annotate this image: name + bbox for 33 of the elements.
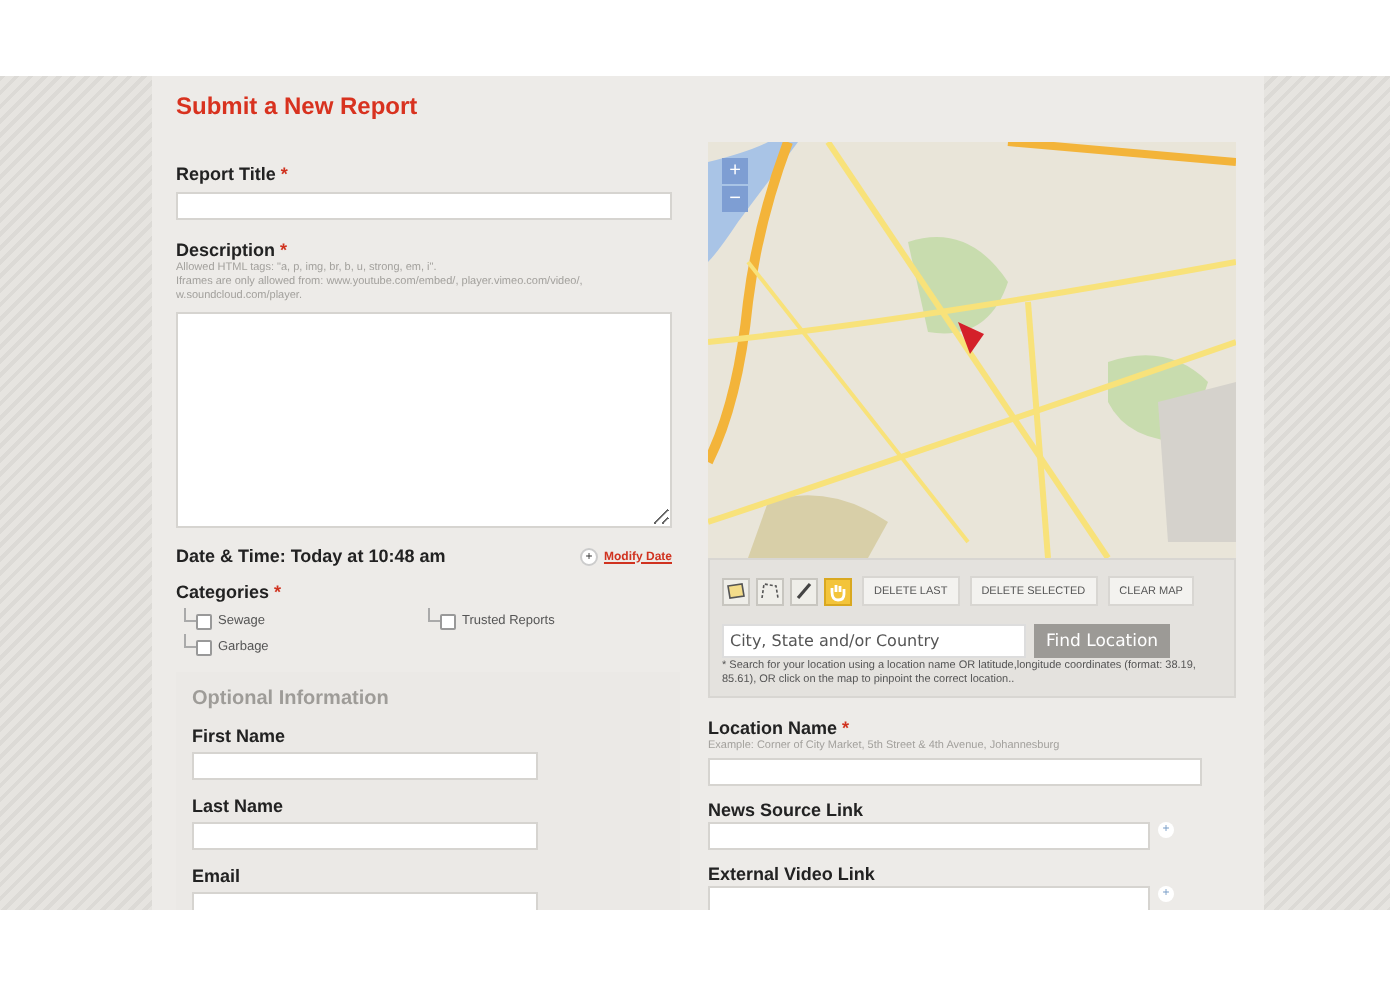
checkbox[interactable] bbox=[196, 639, 212, 655]
field-label: News Source Link bbox=[708, 800, 866, 820]
input-field[interactable] bbox=[708, 822, 1150, 850]
section-heading: Optional Information bbox=[192, 688, 391, 710]
polygon-tool-button[interactable] bbox=[722, 577, 750, 605]
field-label: First Name bbox=[192, 726, 288, 748]
pencil-tool-button[interactable] bbox=[790, 577, 818, 605]
page-title: Submit a New Report bbox=[176, 92, 420, 120]
description-textarea[interactable] bbox=[176, 312, 672, 528]
input-field[interactable] bbox=[176, 192, 672, 220]
input-field[interactable] bbox=[708, 886, 1150, 910]
hand-icon bbox=[828, 581, 848, 601]
zoom-out-button[interactable]: − bbox=[722, 186, 748, 212]
find-location-button[interactable]: Find Location bbox=[1034, 624, 1171, 658]
field-label: External Video Link bbox=[708, 864, 877, 884]
polygon-icon bbox=[726, 582, 746, 600]
field-label: Email bbox=[192, 866, 243, 888]
pencil-icon bbox=[794, 582, 814, 600]
zoom-in-button[interactable]: + bbox=[722, 158, 748, 184]
field-label: Report Title * bbox=[176, 164, 290, 186]
field-label: Location Name * bbox=[708, 718, 852, 740]
field-label: Categories * bbox=[176, 582, 284, 604]
line-icon bbox=[760, 582, 780, 600]
checkbox[interactable] bbox=[440, 613, 456, 629]
input-field[interactable] bbox=[192, 822, 538, 850]
location-search-field[interactable]: City, State and/or Country bbox=[722, 624, 1026, 658]
checkbox[interactable] bbox=[196, 613, 212, 629]
input-field[interactable] bbox=[708, 758, 1202, 786]
input-field[interactable] bbox=[192, 752, 538, 780]
line-tool-button[interactable] bbox=[756, 577, 784, 605]
field-label: Description * bbox=[176, 240, 290, 262]
date-time-label: Date & Time: Today at 10:48 am bbox=[176, 546, 446, 568]
field-label: Last Name bbox=[192, 796, 286, 818]
